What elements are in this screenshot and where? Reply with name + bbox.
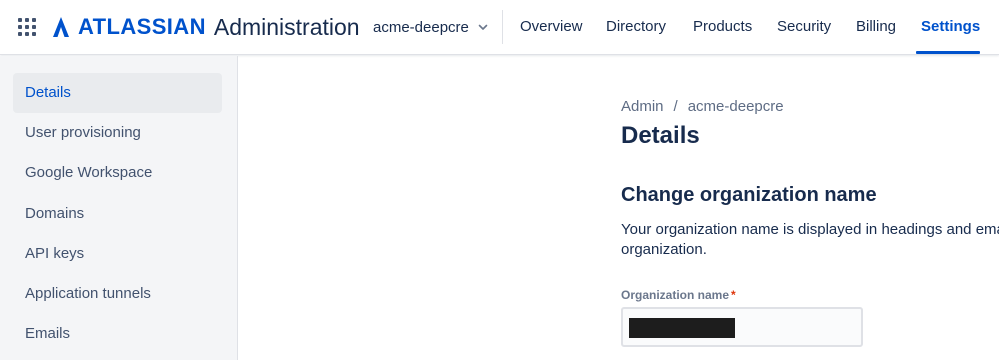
required-marker: * xyxy=(731,288,736,302)
breadcrumb-admin[interactable]: Admin xyxy=(621,98,664,115)
settings-sidebar: Details User provisioning Google Workspa… xyxy=(0,56,238,360)
redacted-value xyxy=(629,318,735,338)
app-switcher-icon[interactable] xyxy=(18,18,36,36)
nav-overview[interactable]: Overview xyxy=(520,17,583,37)
nav-directory[interactable]: Directory xyxy=(606,17,666,37)
nav-divider xyxy=(502,10,503,44)
nav-products[interactable]: Products xyxy=(693,17,752,37)
breadcrumb-org[interactable]: acme-deepcre xyxy=(688,98,784,115)
active-tab-indicator xyxy=(916,51,980,54)
organization-name-input[interactable] xyxy=(621,307,863,347)
atlassian-logo-icon xyxy=(53,17,69,37)
section-title: Change organization name xyxy=(621,184,877,206)
breadcrumb-separator: / xyxy=(673,98,678,115)
top-navigation: ATLASSIAN Administration acme-deepcre Ov… xyxy=(0,0,999,55)
atlassian-logo[interactable]: ATLASSIAN Administration xyxy=(52,13,360,41)
brand-wordmark: ATLASSIAN xyxy=(78,14,206,39)
page-title: Details xyxy=(621,122,700,149)
organization-name-label: Organization name * xyxy=(621,288,736,302)
sidebar-item-application-tunnels[interactable]: Application tunnels xyxy=(13,274,222,314)
sidebar-item-user-provisioning[interactable]: User provisioning xyxy=(13,113,222,153)
org-switcher-label: acme-deepcre xyxy=(373,18,469,36)
sidebar-item-api-keys[interactable]: API keys xyxy=(13,234,222,274)
section-description: Your organization name is displayed in h… xyxy=(621,221,999,258)
sidebar-item-google-workspace[interactable]: Google Workspace xyxy=(13,153,222,193)
nav-settings[interactable]: Settings xyxy=(921,17,980,37)
sidebar-item-domains[interactable]: Domains xyxy=(13,194,222,234)
field-label-text: Organization name xyxy=(621,288,730,302)
product-name: Administration xyxy=(213,13,360,40)
nav-security[interactable]: Security xyxy=(777,17,831,37)
org-switcher[interactable]: acme-deepcre xyxy=(373,17,488,37)
chevron-down-icon xyxy=(478,24,488,30)
sidebar-item-emails[interactable]: Emails xyxy=(13,314,222,354)
sidebar-item-details[interactable]: Details xyxy=(13,73,222,113)
nav-billing[interactable]: Billing xyxy=(856,17,896,37)
breadcrumb: Admin / acme-deepcre xyxy=(621,98,784,115)
